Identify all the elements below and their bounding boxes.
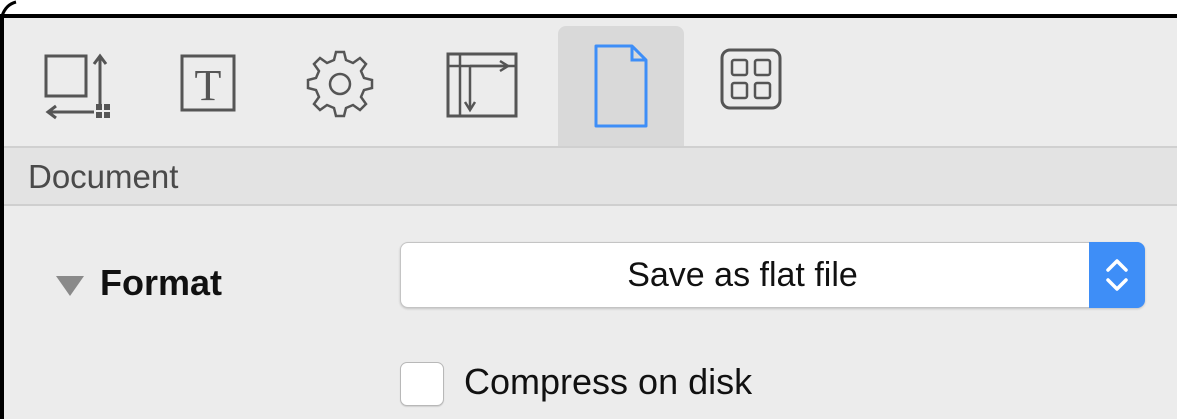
format-popup-value: Save as flat file [627, 256, 858, 294]
gear-icon [306, 50, 374, 118]
compress-label[interactable]: Compress on disk [464, 361, 752, 403]
tab-document[interactable] [558, 26, 684, 148]
inspector-panel: T Document Format Save as flat file Comp… [0, 14, 1177, 419]
disclosure-triangle-icon[interactable] [54, 274, 86, 298]
format-label: Format [100, 262, 223, 303]
popup-stepper[interactable] [1089, 242, 1145, 308]
section-title: Document [28, 158, 179, 195]
tab-settings[interactable] [280, 26, 406, 148]
format-popup[interactable]: Save as flat file [400, 242, 1145, 308]
document-icon [594, 44, 648, 128]
tab-text[interactable]: T [152, 26, 278, 148]
text-icon: T [180, 54, 236, 112]
compress-checkbox[interactable] [400, 362, 444, 406]
tab-layout[interactable] [408, 26, 534, 148]
grid-icon [720, 48, 782, 110]
svg-text:T: T [195, 61, 222, 110]
inspector-toolbar: T [4, 18, 1177, 148]
tab-size-position[interactable] [24, 26, 150, 148]
size-position-icon [44, 53, 110, 120]
section-header: Document [4, 148, 1177, 206]
chevron-up-down-icon [1106, 259, 1128, 291]
tab-grid[interactable] [694, 26, 820, 148]
layout-icon [446, 52, 518, 118]
